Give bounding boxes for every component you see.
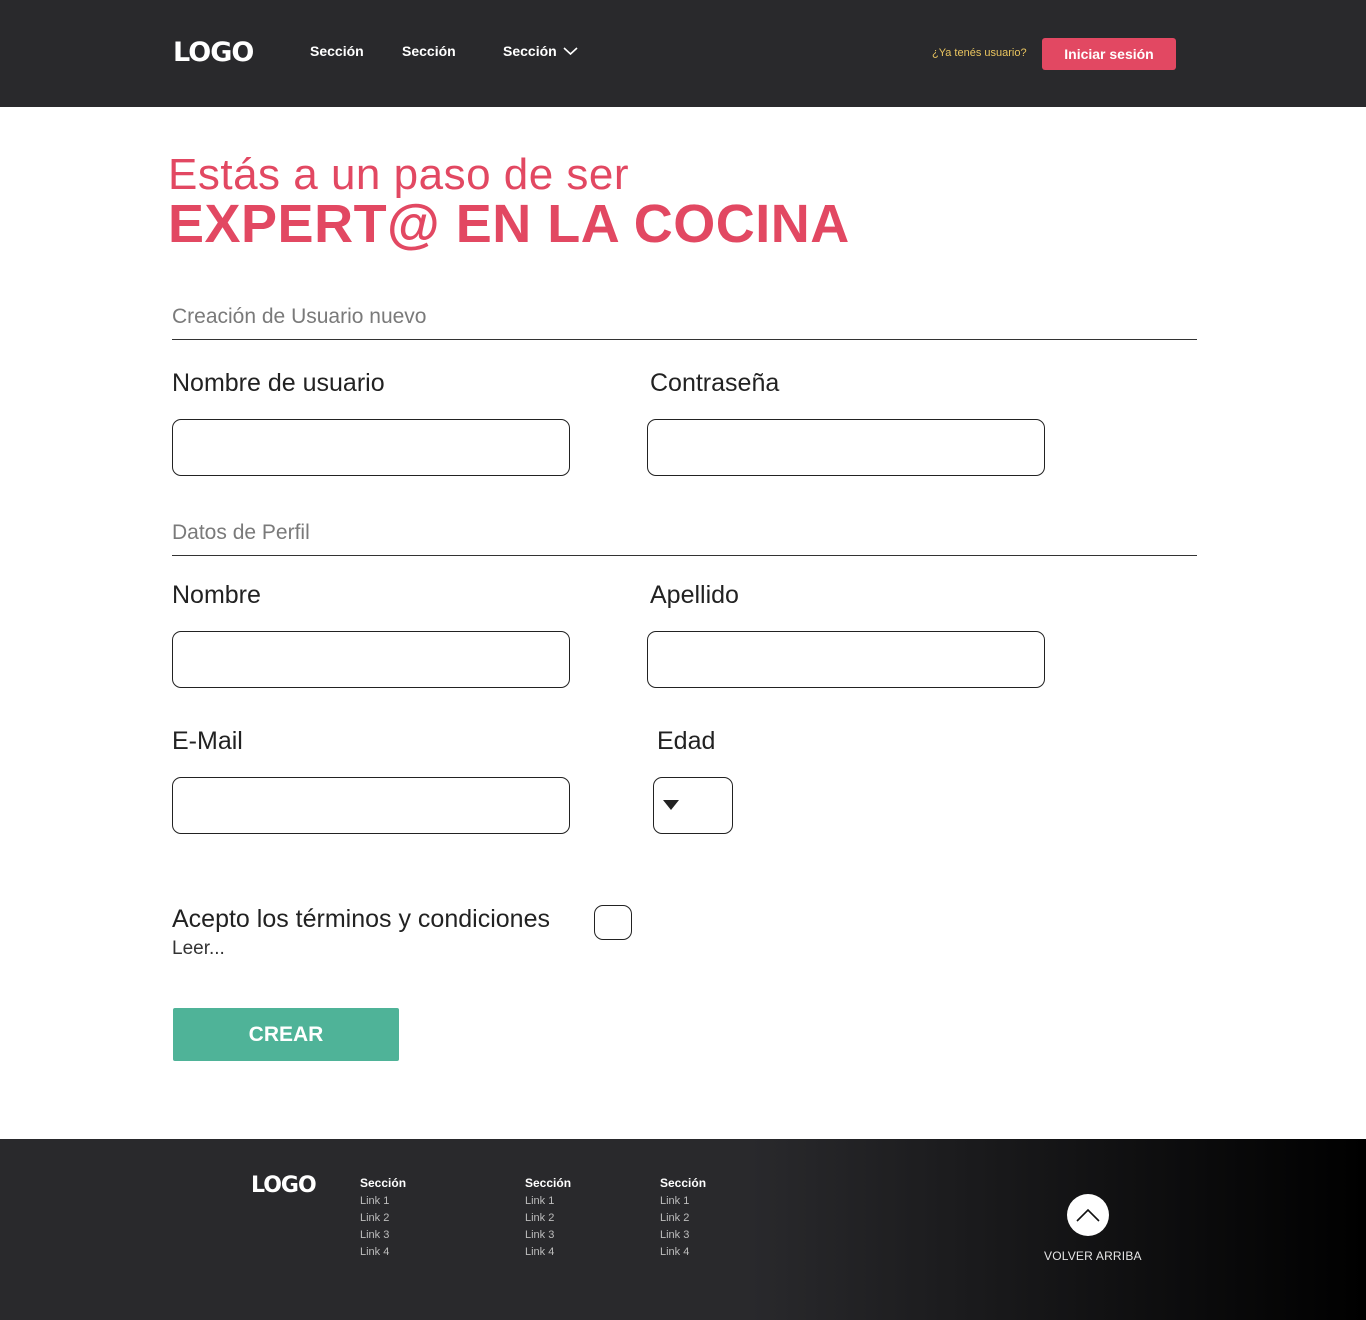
caret-down-icon bbox=[663, 800, 679, 810]
footer-link[interactable]: Link 4 bbox=[660, 1244, 706, 1261]
footer-link[interactable]: Link 3 bbox=[360, 1227, 406, 1244]
section-profile-title: Datos de Perfil bbox=[172, 521, 310, 544]
nav-item-1[interactable]: Sección bbox=[310, 43, 364, 59]
site-footer: LOGO Sección Link 1 Link 2 Link 3 Link 4… bbox=[0, 1139, 1366, 1320]
name-input[interactable] bbox=[172, 631, 570, 688]
password-input[interactable] bbox=[647, 419, 1045, 476]
hero-title: EXPERT@ EN LA COCINA bbox=[168, 194, 850, 254]
footer-link[interactable]: Link 3 bbox=[525, 1227, 571, 1244]
chevron-down-icon[interactable] bbox=[563, 46, 578, 56]
email-label: E-Mail bbox=[172, 727, 243, 755]
footer-link[interactable]: Link 4 bbox=[360, 1244, 406, 1261]
back-to-top-button[interactable] bbox=[1067, 1194, 1109, 1236]
terms-checkbox[interactable] bbox=[594, 905, 632, 940]
site-header: LOGO Sección Sección Sección ¿Ya tenés u… bbox=[0, 0, 1366, 107]
create-button[interactable]: CREAR bbox=[173, 1008, 399, 1061]
section-divider bbox=[172, 555, 1197, 556]
terms-label: Acepto los términos y condiciones bbox=[172, 905, 550, 933]
footer-logo[interactable]: LOGO bbox=[251, 1173, 317, 1198]
lastname-label: Apellido bbox=[650, 581, 739, 609]
chevron-up-icon bbox=[1076, 1208, 1100, 1222]
header-logo[interactable]: LOGO bbox=[173, 37, 254, 68]
have-account-text: ¿Ya tenés usuario? bbox=[932, 47, 1027, 59]
age-select[interactable] bbox=[653, 777, 733, 834]
footer-column-2: Sección Link 1 Link 2 Link 3 Link 4 bbox=[525, 1176, 571, 1261]
footer-link[interactable]: Link 1 bbox=[360, 1193, 406, 1210]
name-label: Nombre bbox=[172, 581, 261, 609]
nav-item-2[interactable]: Sección bbox=[402, 43, 456, 59]
email-input[interactable] bbox=[172, 777, 570, 834]
footer-column-3: Sección Link 1 Link 2 Link 3 Link 4 bbox=[660, 1176, 706, 1261]
section-divider bbox=[172, 339, 1197, 340]
footer-column-1: Sección Link 1 Link 2 Link 3 Link 4 bbox=[360, 1176, 406, 1261]
age-label: Edad bbox=[657, 727, 716, 755]
back-to-top-label[interactable]: VOLVER ARRIBA bbox=[1044, 1249, 1142, 1263]
footer-column-title: Sección bbox=[360, 1176, 407, 1190]
footer-link[interactable]: Link 4 bbox=[525, 1244, 571, 1261]
footer-column-title: Sección bbox=[525, 1176, 572, 1190]
login-button[interactable]: Iniciar sesión bbox=[1042, 38, 1176, 70]
footer-link[interactable]: Link 2 bbox=[525, 1210, 571, 1227]
lastname-input[interactable] bbox=[647, 631, 1045, 688]
read-terms-link[interactable]: Leer... bbox=[172, 938, 225, 960]
nav-item-3-dropdown[interactable]: Sección bbox=[503, 43, 557, 59]
footer-link[interactable]: Link 2 bbox=[360, 1210, 406, 1227]
section-user-title: Creación de Usuario nuevo bbox=[172, 305, 427, 328]
username-label: Nombre de usuario bbox=[172, 369, 385, 397]
username-input[interactable] bbox=[172, 419, 570, 476]
password-label: Contraseña bbox=[650, 369, 780, 397]
footer-column-title: Sección bbox=[660, 1176, 707, 1190]
footer-link[interactable]: Link 2 bbox=[660, 1210, 706, 1227]
footer-link[interactable]: Link 1 bbox=[660, 1193, 706, 1210]
footer-link[interactable]: Link 1 bbox=[525, 1193, 571, 1210]
footer-link[interactable]: Link 3 bbox=[660, 1227, 706, 1244]
